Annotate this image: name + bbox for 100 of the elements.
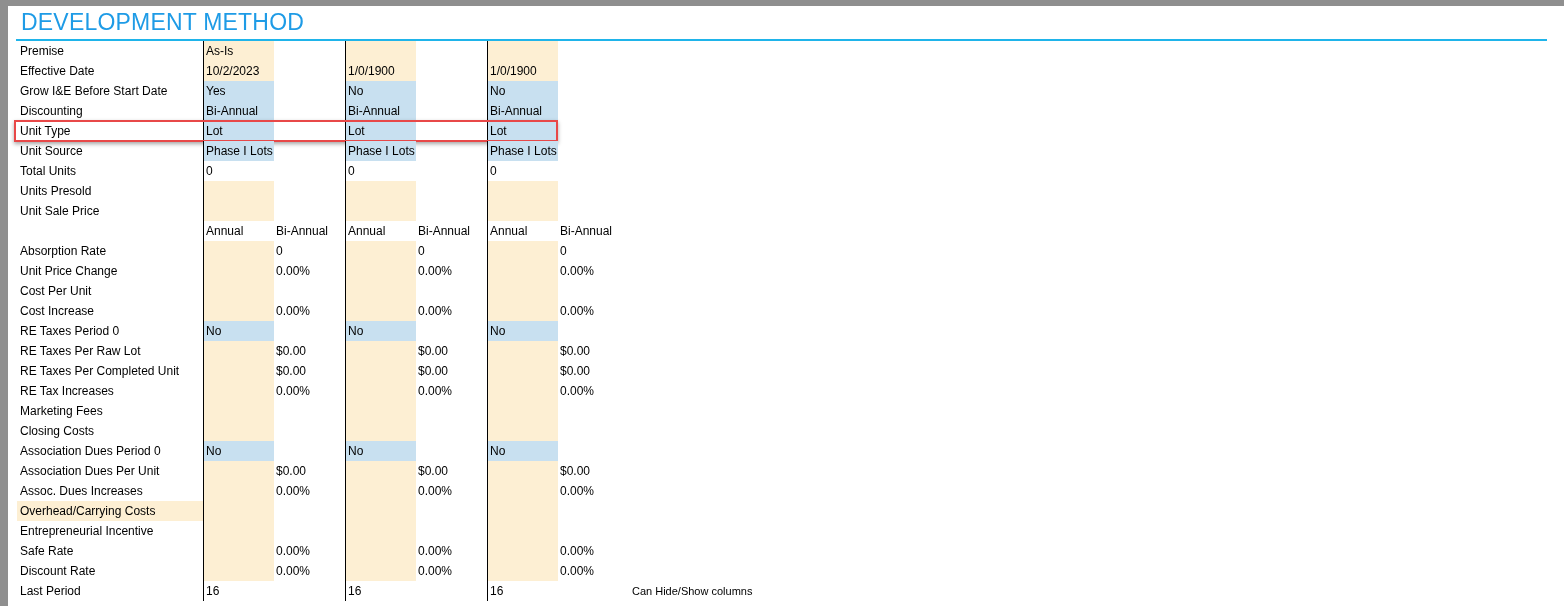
dropdown-cell[interactable]: No — [346, 441, 416, 461]
input-cell[interactable] — [346, 561, 416, 581]
row-label: Assoc. Dues Increases — [19, 483, 143, 500]
table-cell-text: 0.00% — [559, 383, 596, 400]
dropdown-cell[interactable]: No — [488, 321, 558, 341]
table-cell-text: 0.00% — [275, 483, 312, 500]
dropdown-cell[interactable]: No — [488, 441, 558, 461]
dropdown-cell[interactable]: No — [488, 81, 558, 101]
input-cell[interactable] — [204, 341, 274, 361]
row-label: Entrepreneurial Incentive — [19, 523, 154, 540]
input-cell[interactable] — [488, 301, 558, 321]
input-cell[interactable] — [346, 461, 416, 481]
dropdown-cell[interactable]: Yes — [204, 81, 274, 101]
dropdown-cell[interactable]: Phase I Lots — [204, 141, 274, 161]
table-cell-text: 0 — [347, 163, 356, 180]
table-cell-text: 16 — [347, 583, 363, 600]
input-cell[interactable] — [488, 341, 558, 361]
table-cell-text: 0.00% — [275, 303, 312, 320]
table-cell-text: 0.00% — [275, 383, 312, 400]
table-cell-text: 0.00% — [559, 543, 596, 560]
table-cell-text: 0.00% — [417, 543, 454, 560]
table-cell-text: $0.00 — [417, 363, 450, 380]
input-cell[interactable] — [204, 241, 274, 261]
note-text: Can Hide/Show columns — [632, 585, 753, 597]
table-cell-text: $0.00 — [275, 463, 308, 480]
table-cell-text: 0.00% — [559, 303, 596, 320]
table-cell-text: 0.00% — [417, 483, 454, 500]
table-cell-text: 0.00% — [559, 563, 596, 580]
input-cell[interactable] — [204, 301, 274, 321]
table-cell-text: 0.00% — [559, 263, 596, 280]
table-cell-text: $0.00 — [417, 343, 450, 360]
row-label: Last Period — [19, 583, 81, 600]
table-cell-text: 16 — [489, 583, 505, 600]
input-cell[interactable]: 1/0/1900 — [346, 61, 416, 81]
dropdown-cell[interactable]: Bi-Annual — [488, 101, 558, 121]
row-label: RE Taxes Per Completed Unit — [19, 363, 180, 380]
input-cell[interactable] — [346, 241, 416, 261]
row-label: Association Dues Period 0 — [19, 443, 161, 460]
input-cell[interactable] — [488, 421, 558, 441]
dropdown-cell[interactable]: No — [346, 321, 416, 341]
table-cell-text: Bi-Annual — [559, 223, 614, 240]
dropdown-cell[interactable]: No — [204, 441, 274, 461]
input-cell[interactable] — [346, 201, 416, 221]
row-label: Marketing Fees — [19, 403, 103, 420]
table-cell-text: 16 — [205, 583, 221, 600]
input-cell[interactable] — [488, 241, 558, 261]
table-cell-text: 0.00% — [275, 563, 312, 580]
table-cell-text: $0.00 — [559, 463, 592, 480]
table-cell-text: 0.00% — [275, 543, 312, 560]
input-cell[interactable] — [346, 41, 416, 61]
input-cell[interactable]: As-Is — [204, 41, 274, 61]
row-label: Closing Costs — [19, 423, 95, 440]
row-label: Unit Type — [19, 123, 71, 140]
input-cell[interactable] — [204, 181, 274, 201]
dropdown-cell[interactable]: Lot — [204, 121, 274, 141]
input-cell[interactable] — [488, 201, 558, 221]
row-label: RE Tax Increases — [19, 383, 114, 400]
input-cell[interactable]: 10/2/2023 — [204, 61, 274, 81]
dropdown-cell[interactable]: No — [204, 321, 274, 341]
input-cell[interactable] — [488, 461, 558, 481]
table-cell-text: 0 — [417, 243, 426, 260]
input-cell[interactable] — [204, 201, 274, 221]
row-label: Premise — [19, 43, 64, 60]
row-label: Cost Increase — [19, 303, 95, 320]
table-cell-text: $0.00 — [275, 363, 308, 380]
table-cell-text: 0 — [205, 163, 214, 180]
row-label: Units Presold — [19, 183, 92, 200]
input-cell[interactable] — [488, 561, 558, 581]
table-cell-text: $0.00 — [559, 343, 592, 360]
row-label: RE Taxes Per Raw Lot — [19, 343, 141, 360]
row-label: Unit Source — [19, 143, 83, 160]
table-cell-text: Bi-Annual — [275, 223, 330, 240]
input-cell[interactable]: 1/0/1900 — [488, 61, 558, 81]
input-cell[interactable] — [346, 341, 416, 361]
input-cell[interactable] — [346, 181, 416, 201]
row-label: Discounting — [19, 103, 83, 120]
table-cell-text: Annual — [205, 223, 245, 240]
dropdown-cell[interactable]: Lot — [346, 121, 416, 141]
table-cell-text: $0.00 — [559, 363, 592, 380]
row-label: Association Dues Per Unit — [19, 463, 160, 480]
table-cell-text: Annual — [347, 223, 387, 240]
table-cell-text: $0.00 — [417, 463, 450, 480]
row-label: RE Taxes Period 0 — [19, 323, 120, 340]
row-label: Total Units — [19, 163, 77, 180]
input-cell[interactable] — [204, 461, 274, 481]
dropdown-cell[interactable]: Phase I Lots — [488, 141, 558, 161]
input-cell[interactable] — [204, 421, 274, 441]
input-cell[interactable] — [488, 181, 558, 201]
input-cell[interactable] — [204, 561, 274, 581]
table-cell-text: Annual — [489, 223, 529, 240]
table-cell-text: 0.00% — [417, 563, 454, 580]
dropdown-cell[interactable]: Bi-Annual — [204, 101, 274, 121]
row-label: Unit Sale Price — [19, 203, 100, 220]
dropdown-cell[interactable]: Phase I Lots — [346, 141, 416, 161]
dropdown-cell[interactable]: Bi-Annual — [346, 101, 416, 121]
input-cell[interactable] — [346, 301, 416, 321]
input-cell[interactable] — [488, 41, 558, 61]
row-label: Unit Price Change — [19, 263, 118, 280]
input-cell[interactable] — [346, 421, 416, 441]
dropdown-cell[interactable]: No — [346, 81, 416, 101]
